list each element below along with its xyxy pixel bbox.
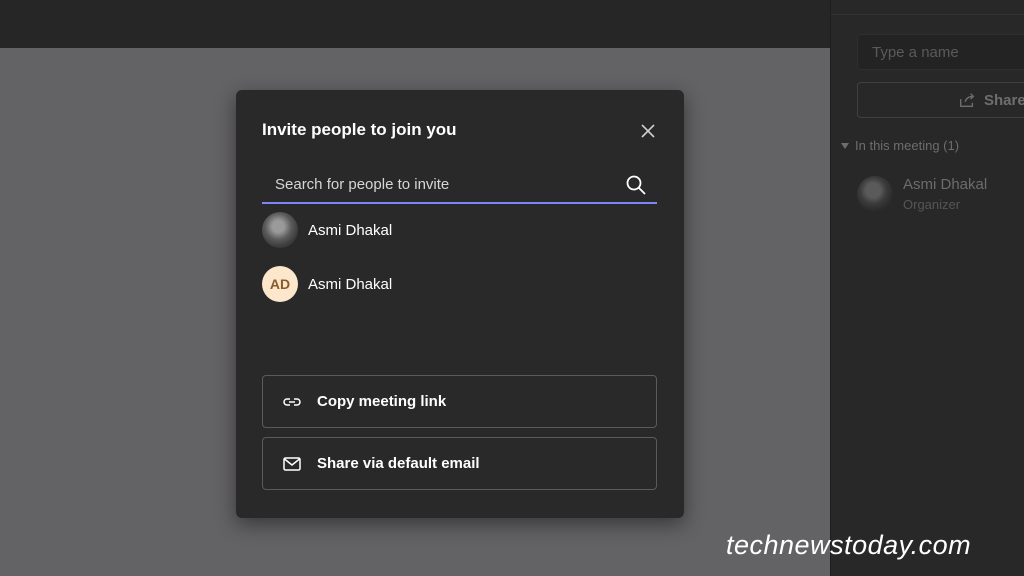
people-suggestion-item[interactable]: Asmi Dhakal [262,212,392,248]
close-icon[interactable] [638,121,658,141]
share-via-email-button[interactable]: Share via default email [262,437,657,490]
person-name: Asmi Dhakal [308,275,393,293]
in-meeting-section-header[interactable]: In this meeting (1) [841,138,959,153]
mail-icon [283,456,301,471]
participant-item[interactable]: Asmi Dhakal Organizer [857,176,987,212]
search-field [262,166,657,204]
search-input[interactable] [262,166,625,202]
section-header-label: In this meeting (1) [855,138,960,153]
share-email-label: Share via default email [317,455,480,472]
watermark-text: technewstoday.com [726,530,972,560]
copy-meeting-link-button[interactable]: Copy meeting link [262,375,657,428]
avatar-initials: AD [262,266,298,302]
share-icon [960,93,975,107]
link-icon [283,397,301,406]
share-invite-button[interactable]: Share [857,82,1024,118]
participant-role: Organizer [903,197,961,212]
participants-panel: Share In this meeting (1) Asmi Dhakal Or… [830,0,1024,576]
type-name-input[interactable] [857,34,1024,70]
avatar [857,176,893,212]
panel-divider [831,14,1024,15]
dialog-title: Invite people to join you [262,120,457,139]
participant-name: Asmi Dhakal [903,176,988,193]
share-label: Share [984,91,1024,109]
people-suggestion-item[interactable]: AD Asmi Dhakal [262,266,392,302]
copy-link-label: Copy meeting link [317,393,447,410]
caret-down-icon [841,142,849,149]
person-name: Asmi Dhakal [308,221,393,239]
meeting-top-bar [0,0,830,48]
avatar [262,212,298,248]
search-icon[interactable] [625,174,647,196]
invite-dialog: Invite people to join you Asmi Dhakal AD… [236,90,684,518]
